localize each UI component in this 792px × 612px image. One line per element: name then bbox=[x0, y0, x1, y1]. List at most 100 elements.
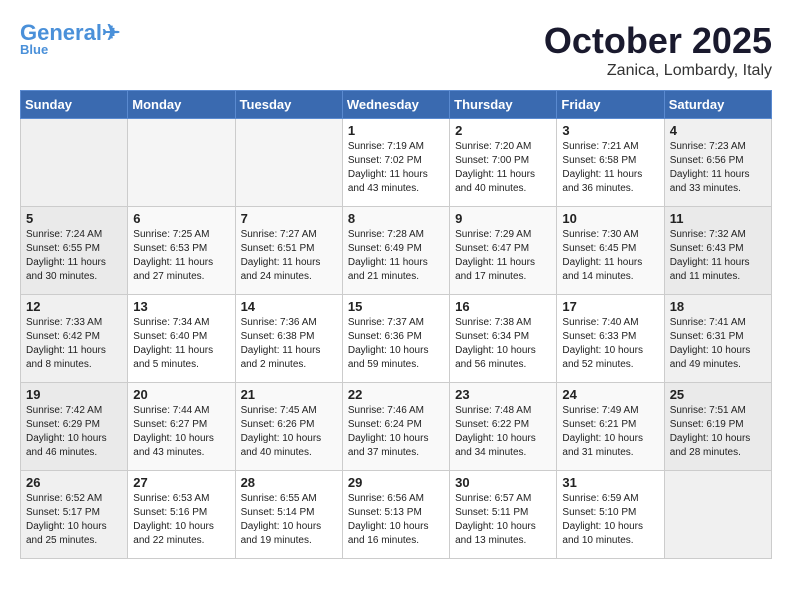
day-info: Sunrise: 6:55 AMSunset: 5:14 PMDaylight:… bbox=[241, 492, 337, 548]
calendar-cell: 31Sunrise: 6:59 AMSunset: 5:10 PMDayligh… bbox=[557, 471, 664, 559]
day-info: Sunrise: 7:19 AMSunset: 7:02 PMDaylight:… bbox=[348, 140, 444, 196]
calendar-cell: 13 Sunrise: 7:34 AMSunset: 6:40 PMDayligh… bbox=[128, 295, 235, 383]
calendar-cell: 21 Sunrise: 7:45 AMSunset: 6:26 PMDayligh… bbox=[235, 383, 342, 471]
weekday-header-monday: Monday bbox=[128, 91, 235, 119]
calendar-week-row: 12 Sunrise: 7:33 AMSunset: 6:42 PMDayligh… bbox=[21, 295, 772, 383]
weekday-header-tuesday: Tuesday bbox=[235, 91, 342, 119]
calendar-cell: 28 Sunrise: 6:55 AMSunset: 5:14 PMDayligh… bbox=[235, 471, 342, 559]
day-number: 22 bbox=[348, 387, 444, 402]
calendar-table: SundayMondayTuesdayWednesdayThursdayFrid… bbox=[20, 90, 772, 559]
logo-blue: Blue bbox=[20, 42, 48, 57]
day-number: 10 bbox=[562, 211, 658, 226]
calendar-cell: 30 Sunrise: 6:57 AMSunset: 5:11 PMDayligh… bbox=[450, 471, 557, 559]
calendar-cell: 9Sunrise: 7:29 AMSunset: 6:47 PMDaylight… bbox=[450, 207, 557, 295]
day-info: Sunrise: 7:42 AMSunset: 6:29 PMDaylight:… bbox=[26, 404, 122, 460]
day-info: Sunrise: 7:45 AMSunset: 6:26 PMDaylight:… bbox=[241, 404, 337, 460]
day-info: Sunrise: 6:56 AMSunset: 5:13 PMDaylight:… bbox=[348, 492, 444, 548]
day-number: 4 bbox=[670, 123, 766, 138]
calendar-cell: 7 Sunrise: 7:27 AMSunset: 6:51 PMDaylight… bbox=[235, 207, 342, 295]
day-number: 31 bbox=[562, 475, 658, 490]
day-number: 9 bbox=[455, 211, 551, 226]
day-number: 14 bbox=[241, 299, 337, 314]
day-number: 18 bbox=[670, 299, 766, 314]
day-info: Sunrise: 7:23 AMSunset: 6:56 PMDaylight:… bbox=[670, 140, 766, 196]
day-number: 3 bbox=[562, 123, 658, 138]
day-info: Sunrise: 7:21 AMSunset: 6:58 PMDaylight:… bbox=[562, 140, 658, 196]
calendar-cell: 10 Sunrise: 7:30 AMSunset: 6:45 PMDayligh… bbox=[557, 207, 664, 295]
calendar-cell: 17 Sunrise: 7:40 AMSunset: 6:33 PMDayligh… bbox=[557, 295, 664, 383]
day-number: 21 bbox=[241, 387, 337, 402]
day-info: Sunrise: 6:53 AMSunset: 5:16 PMDaylight:… bbox=[133, 492, 229, 548]
day-info: Sunrise: 7:30 AMSunset: 6:45 PMDaylight:… bbox=[562, 228, 658, 284]
day-number: 19 bbox=[26, 387, 122, 402]
day-number: 7 bbox=[241, 211, 337, 226]
day-info: Sunrise: 7:51 AMSunset: 6:19 PMDaylight:… bbox=[670, 404, 766, 460]
calendar-week-row: 5 Sunrise: 7:24 AMSunset: 6:55 PMDaylight… bbox=[21, 207, 772, 295]
calendar-cell: 22 Sunrise: 7:46 AMSunset: 6:24 PMDayligh… bbox=[342, 383, 449, 471]
day-number: 23 bbox=[455, 387, 551, 402]
calendar-cell: 6 Sunrise: 7:25 AMSunset: 6:53 PMDaylight… bbox=[128, 207, 235, 295]
day-info: Sunrise: 6:52 AMSunset: 5:17 PMDaylight:… bbox=[26, 492, 122, 548]
day-number: 29 bbox=[348, 475, 444, 490]
calendar-cell: 14 Sunrise: 7:36 AMSunset: 6:38 PMDayligh… bbox=[235, 295, 342, 383]
day-number: 16 bbox=[455, 299, 551, 314]
month-title: October 2025 bbox=[544, 20, 772, 62]
day-info: Sunrise: 7:44 AMSunset: 6:27 PMDaylight:… bbox=[133, 404, 229, 460]
calendar-cell: 20 Sunrise: 7:44 AMSunset: 6:27 PMDayligh… bbox=[128, 383, 235, 471]
day-info: Sunrise: 7:37 AMSunset: 6:36 PMDaylight:… bbox=[348, 316, 444, 372]
calendar-cell bbox=[128, 119, 235, 207]
day-number: 13 bbox=[133, 299, 229, 314]
day-number: 5 bbox=[26, 211, 122, 226]
calendar-cell: 23 Sunrise: 7:48 AMSunset: 6:22 PMDayligh… bbox=[450, 383, 557, 471]
calendar-week-row: 19 Sunrise: 7:42 AMSunset: 6:29 PMDayligh… bbox=[21, 383, 772, 471]
day-number: 17 bbox=[562, 299, 658, 314]
day-number: 25 bbox=[670, 387, 766, 402]
day-number: 24 bbox=[562, 387, 658, 402]
day-number: 6 bbox=[133, 211, 229, 226]
calendar-cell: 2Sunrise: 7:20 AMSunset: 7:00 PMDaylight… bbox=[450, 119, 557, 207]
calendar-cell bbox=[235, 119, 342, 207]
day-info: Sunrise: 7:36 AMSunset: 6:38 PMDaylight:… bbox=[241, 316, 337, 372]
day-info: Sunrise: 7:48 AMSunset: 6:22 PMDaylight:… bbox=[455, 404, 551, 460]
calendar-cell: 8Sunrise: 7:28 AMSunset: 6:49 PMDaylight… bbox=[342, 207, 449, 295]
calendar-cell: 26Sunrise: 6:52 AMSunset: 5:17 PMDayligh… bbox=[21, 471, 128, 559]
day-info: Sunrise: 7:27 AMSunset: 6:51 PMDaylight:… bbox=[241, 228, 337, 284]
page-header: General✈ Blue October 2025 Zanica, Lomba… bbox=[20, 20, 772, 80]
logo-icon: ✈ bbox=[102, 20, 120, 45]
day-number: 20 bbox=[133, 387, 229, 402]
day-info: Sunrise: 7:46 AMSunset: 6:24 PMDaylight:… bbox=[348, 404, 444, 460]
weekday-header-sunday: Sunday bbox=[21, 91, 128, 119]
day-number: 28 bbox=[241, 475, 337, 490]
calendar-cell: 3 Sunrise: 7:21 AMSunset: 6:58 PMDaylight… bbox=[557, 119, 664, 207]
day-number: 12 bbox=[26, 299, 122, 314]
day-number: 11 bbox=[670, 211, 766, 226]
calendar-cell: 24Sunrise: 7:49 AMSunset: 6:21 PMDayligh… bbox=[557, 383, 664, 471]
day-info: Sunrise: 7:33 AMSunset: 6:42 PMDaylight:… bbox=[26, 316, 122, 372]
title-block: October 2025 Zanica, Lombardy, Italy bbox=[544, 20, 772, 80]
day-info: Sunrise: 7:24 AMSunset: 6:55 PMDaylight:… bbox=[26, 228, 122, 284]
logo: General✈ Blue bbox=[20, 20, 120, 57]
weekday-header-wednesday: Wednesday bbox=[342, 91, 449, 119]
weekday-header-saturday: Saturday bbox=[664, 91, 771, 119]
day-info: Sunrise: 7:41 AMSunset: 6:31 PMDaylight:… bbox=[670, 316, 766, 372]
weekday-header-friday: Friday bbox=[557, 91, 664, 119]
day-number: 30 bbox=[455, 475, 551, 490]
calendar-cell: 5 Sunrise: 7:24 AMSunset: 6:55 PMDaylight… bbox=[21, 207, 128, 295]
day-number: 1 bbox=[348, 123, 444, 138]
calendar-cell: 12 Sunrise: 7:33 AMSunset: 6:42 PMDayligh… bbox=[21, 295, 128, 383]
calendar-cell: 16 Sunrise: 7:38 AMSunset: 6:34 PMDayligh… bbox=[450, 295, 557, 383]
weekday-header-row: SundayMondayTuesdayWednesdayThursdayFrid… bbox=[21, 91, 772, 119]
day-info: Sunrise: 7:34 AMSunset: 6:40 PMDaylight:… bbox=[133, 316, 229, 372]
calendar-cell bbox=[664, 471, 771, 559]
day-info: Sunrise: 7:40 AMSunset: 6:33 PMDaylight:… bbox=[562, 316, 658, 372]
calendar-cell: 1 Sunrise: 7:19 AMSunset: 7:02 PMDaylight… bbox=[342, 119, 449, 207]
day-info: Sunrise: 7:38 AMSunset: 6:34 PMDaylight:… bbox=[455, 316, 551, 372]
calendar-cell: 27Sunrise: 6:53 AMSunset: 5:16 PMDayligh… bbox=[128, 471, 235, 559]
day-info: Sunrise: 6:57 AMSunset: 5:11 PMDaylight:… bbox=[455, 492, 551, 548]
weekday-header-thursday: Thursday bbox=[450, 91, 557, 119]
calendar-cell: 25 Sunrise: 7:51 AMSunset: 6:19 PMDayligh… bbox=[664, 383, 771, 471]
calendar-cell: 19 Sunrise: 7:42 AMSunset: 6:29 PMDayligh… bbox=[21, 383, 128, 471]
day-info: Sunrise: 7:25 AMSunset: 6:53 PMDaylight:… bbox=[133, 228, 229, 284]
day-info: Sunrise: 7:28 AMSunset: 6:49 PMDaylight:… bbox=[348, 228, 444, 284]
day-number: 2 bbox=[455, 123, 551, 138]
